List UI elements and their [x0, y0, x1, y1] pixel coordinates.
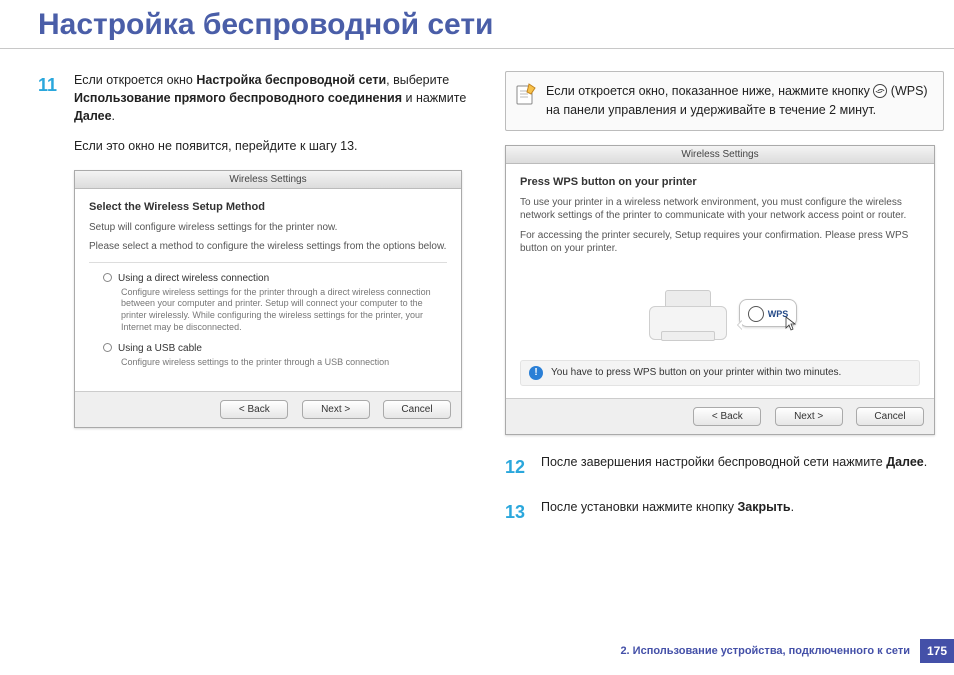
printer-icon: [643, 286, 733, 340]
text: .: [791, 500, 794, 514]
step-number: 12: [505, 453, 541, 480]
wps-icon: [748, 306, 764, 322]
text: После установки нажмите кнопку: [541, 500, 737, 514]
wps-icon: [873, 84, 887, 98]
radio-icon: [103, 273, 112, 282]
option-direct-wireless[interactable]: Using a direct wireless connection Confi…: [89, 273, 447, 334]
text: .: [924, 455, 927, 469]
option-usb-cable[interactable]: Using a USB cable Configure wireless set…: [89, 343, 447, 369]
note-box: Если откроется окно, показанное ниже, на…: [505, 71, 944, 131]
footer-text: 2. Использование устройства, подключенно…: [620, 645, 920, 657]
dialog-text: To use your printer in a wireless networ…: [520, 196, 920, 223]
text: , выберите: [386, 73, 449, 87]
option-label: Using a USB cable: [118, 343, 202, 354]
dialog-title: Wireless Settings: [506, 146, 934, 164]
step-number: 11: [38, 71, 74, 156]
dialog-title: Wireless Settings: [75, 171, 461, 189]
option-label: Using a direct wireless connection: [118, 273, 269, 284]
dialog-text: Please select a method to configure the …: [89, 240, 447, 254]
footer: 2. Использование устройства, подключенно…: [620, 639, 954, 663]
back-button[interactable]: < Back: [220, 400, 288, 419]
page-title: Настройка беспроводной сети: [0, 0, 954, 49]
text-bold: Закрыть: [737, 500, 790, 514]
dialog-heading: Select the Wireless Setup Method: [89, 201, 447, 213]
radio-icon: [103, 343, 112, 352]
info-icon: !: [529, 366, 543, 380]
text: После завершения настройки беспроводной …: [541, 455, 886, 469]
cancel-button[interactable]: Cancel: [383, 400, 451, 419]
step-12: 12 После завершения настройки беспроводн…: [505, 453, 944, 480]
option-desc: Configure wireless settings to the print…: [121, 357, 447, 369]
back-button[interactable]: < Back: [693, 407, 761, 426]
dialog-press-wps: Wireless Settings Press WPS button on yo…: [505, 145, 935, 435]
page-number: 175: [920, 639, 954, 663]
dialog-wireless-setup-method: Wireless Settings Select the Wireless Se…: [74, 170, 462, 428]
option-desc: Configure wireless settings for the prin…: [121, 287, 447, 334]
step-13: 13 После установки нажмите кнопку Закрыт…: [505, 498, 944, 525]
alert-row: ! You have to press WPS button on your p…: [520, 360, 920, 386]
step-number: 13: [505, 498, 541, 525]
note-icon: [516, 82, 536, 106]
cursor-icon: [784, 316, 798, 332]
text: и нажмите: [402, 91, 466, 105]
next-button[interactable]: Next >: [775, 407, 843, 426]
wps-callout: WPS: [739, 299, 798, 327]
dialog-text: For accessing the printer securely, Setu…: [520, 229, 920, 256]
text: Если это окно не появится, перейдите к ш…: [74, 137, 477, 155]
text-bold: Использование прямого беспроводного соед…: [74, 91, 402, 105]
next-button[interactable]: Next >: [302, 400, 370, 419]
step-11: 11 Если откроется окно Настройка беспров…: [38, 71, 477, 156]
text-bold: Далее: [74, 109, 112, 123]
cancel-button[interactable]: Cancel: [856, 407, 924, 426]
text: Если откроется окно: [74, 73, 196, 87]
note-text: Если откроется окно, показанное ниже, на…: [546, 84, 873, 98]
text-bold: Далее: [886, 455, 924, 469]
text: .: [112, 109, 115, 123]
dialog-text: Setup will configure wireless settings f…: [89, 221, 447, 235]
illustration: WPS: [520, 262, 920, 354]
text-bold: Настройка беспроводной сети: [196, 73, 386, 87]
alert-text: You have to press WPS button on your pri…: [551, 367, 841, 378]
dialog-heading: Press WPS button on your printer: [520, 176, 920, 188]
